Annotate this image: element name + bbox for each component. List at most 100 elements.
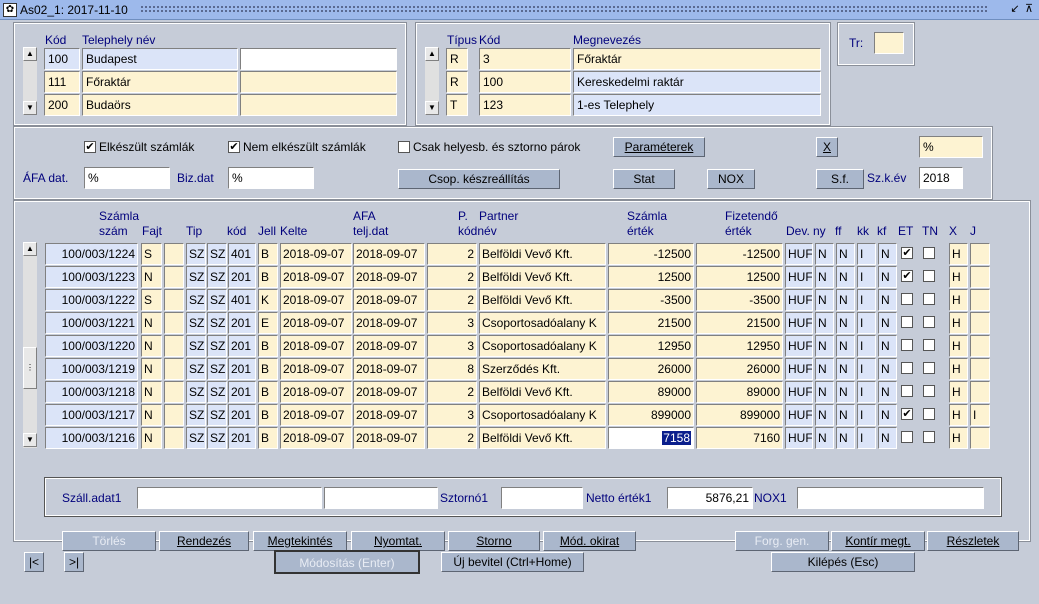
tipus-kod-field[interactable]: 123	[479, 94, 571, 116]
telephely-kod-field[interactable]: 111	[44, 71, 80, 93]
cell-ff[interactable]: N	[836, 243, 855, 265]
tn-checkbox[interactable]	[923, 431, 935, 443]
cell-kelte[interactable]: 2018-09-07	[280, 289, 352, 311]
cell-ff[interactable]: N	[836, 266, 855, 288]
tn-checkbox[interactable]	[923, 270, 935, 282]
cell-tip2[interactable]: SZ	[207, 243, 227, 265]
telephely-extra-field[interactable]	[240, 71, 397, 93]
cell-p[interactable]: 2	[427, 427, 477, 449]
cell-p[interactable]: 2	[427, 381, 477, 403]
telephely-nev-field[interactable]: Budapest	[82, 48, 238, 70]
cell-b[interactable]	[164, 266, 184, 288]
storno-button[interactable]: Storno	[448, 531, 540, 551]
cell-partner[interactable]: Belföldi Vevő Kft.	[479, 243, 606, 265]
cell-jell[interactable]: B	[258, 381, 278, 403]
cell-x[interactable]: H	[949, 381, 968, 403]
cell-kod[interactable]: 201	[228, 335, 256, 357]
minimize-icon[interactable]: ↙	[1008, 3, 1022, 16]
scroll-down-icon[interactable]: ▼	[23, 101, 37, 115]
cell-b[interactable]	[164, 243, 184, 265]
cell-kf[interactable]: N	[878, 289, 897, 311]
cell-dev[interactable]: HUF	[785, 335, 813, 357]
cell-b[interactable]	[164, 312, 184, 334]
cell-kk[interactable]: I	[857, 312, 876, 334]
cell-kelte[interactable]: 2018-09-07	[280, 266, 352, 288]
cell-szam[interactable]: 100/003/1224	[45, 243, 138, 265]
scroll-up-icon[interactable]: ▲	[23, 242, 37, 256]
cell-ertek[interactable]: -3500	[608, 289, 694, 311]
cell-tip1[interactable]: SZ	[186, 266, 206, 288]
cell-kelte[interactable]: 2018-09-07	[280, 312, 352, 334]
cell-kelte[interactable]: 2018-09-07	[280, 358, 352, 380]
cell-afa[interactable]: 2018-09-07	[353, 266, 425, 288]
cell-ff[interactable]: N	[836, 312, 855, 334]
cell-ny[interactable]: N	[815, 358, 834, 380]
cell-ny[interactable]: N	[815, 312, 834, 334]
tn-checkbox[interactable]	[923, 385, 935, 397]
cell-p[interactable]: 2	[427, 243, 477, 265]
scroll-thumb-icon[interactable]: ⋮	[23, 347, 37, 389]
cell-afa[interactable]: 2018-09-07	[353, 335, 425, 357]
telephely-extra-field[interactable]	[240, 94, 397, 116]
tr-field[interactable]	[874, 32, 904, 54]
uj-bevitel-button[interactable]: Új bevitel (Ctrl+Home)	[441, 552, 584, 572]
cell-jell[interactable]: B	[258, 266, 278, 288]
cell-kk[interactable]: I	[857, 243, 876, 265]
cell-x[interactable]: H	[949, 358, 968, 380]
cell-b[interactable]	[164, 289, 184, 311]
scroll-down-icon[interactable]: ▼	[425, 101, 439, 115]
cell-tip2[interactable]: SZ	[207, 335, 227, 357]
cell-kk[interactable]: I	[857, 427, 876, 449]
torles-button[interactable]: Törlés	[62, 531, 156, 551]
cell-j[interactable]	[970, 289, 990, 311]
cell-fajt[interactable]: S	[141, 243, 162, 265]
cell-afa[interactable]: 2018-09-07	[353, 404, 425, 426]
szall-adat1-field[interactable]	[137, 487, 322, 509]
cell-ny[interactable]: N	[815, 427, 834, 449]
cell-x[interactable]: H	[949, 312, 968, 334]
cell-kod[interactable]: 401	[228, 243, 256, 265]
cell-ny[interactable]: N	[815, 289, 834, 311]
cell-szam[interactable]: 100/003/1220	[45, 335, 138, 357]
stat-button[interactable]: Stat	[613, 169, 675, 189]
cell-ertek[interactable]: 26000	[608, 358, 694, 380]
cell-ff[interactable]: N	[836, 404, 855, 426]
first-record-button[interactable]: |<	[24, 552, 44, 572]
tn-checkbox[interactable]	[923, 339, 935, 351]
netto-ertek1-field[interactable]: 5876,21	[667, 487, 753, 509]
tipus-kod-field[interactable]: 100	[479, 71, 571, 93]
et-checkbox[interactable]	[901, 316, 913, 328]
cell-fizet[interactable]: 7160	[696, 427, 783, 449]
cell-fajt[interactable]: N	[141, 358, 162, 380]
et-checkbox[interactable]: ✔	[901, 408, 913, 420]
tipus-kod-field[interactable]: 3	[479, 48, 571, 70]
grid-scrollbar[interactable]	[23, 242, 37, 448]
cell-x[interactable]: H	[949, 427, 968, 449]
cell-szam[interactable]: 100/003/1223	[45, 266, 138, 288]
rendezes-button[interactable]: Rendezés	[159, 531, 249, 551]
cell-jell[interactable]: B	[258, 427, 278, 449]
tipus-field[interactable]: R	[446, 48, 468, 70]
cell-ertek[interactable]: 21500	[608, 312, 694, 334]
cell-fajt[interactable]: N	[141, 312, 162, 334]
cell-b[interactable]	[164, 381, 184, 403]
cell-kod[interactable]: 201	[228, 427, 256, 449]
reszletek-button[interactable]: Részletek	[927, 531, 1019, 551]
cell-kk[interactable]: I	[857, 266, 876, 288]
cell-kelte[interactable]: 2018-09-07	[280, 243, 352, 265]
cell-fajt[interactable]: N	[141, 404, 162, 426]
tn-checkbox[interactable]	[923, 293, 935, 305]
cell-b[interactable]	[164, 427, 184, 449]
cell-szam[interactable]: 100/003/1222	[45, 289, 138, 311]
tn-checkbox[interactable]	[923, 316, 935, 328]
cell-tip2[interactable]: SZ	[207, 381, 227, 403]
et-checkbox[interactable]	[901, 339, 913, 351]
cell-fajt[interactable]: N	[141, 266, 162, 288]
cell-dev[interactable]: HUF	[785, 289, 813, 311]
cell-kk[interactable]: I	[857, 289, 876, 311]
cell-kelte[interactable]: 2018-09-07	[280, 427, 352, 449]
cell-dev[interactable]: HUF	[785, 427, 813, 449]
cell-partner[interactable]: Szerződés Kft.	[479, 358, 606, 380]
kilepes-button[interactable]: Kilépés (Esc)	[771, 552, 915, 572]
cell-dev[interactable]: HUF	[785, 358, 813, 380]
